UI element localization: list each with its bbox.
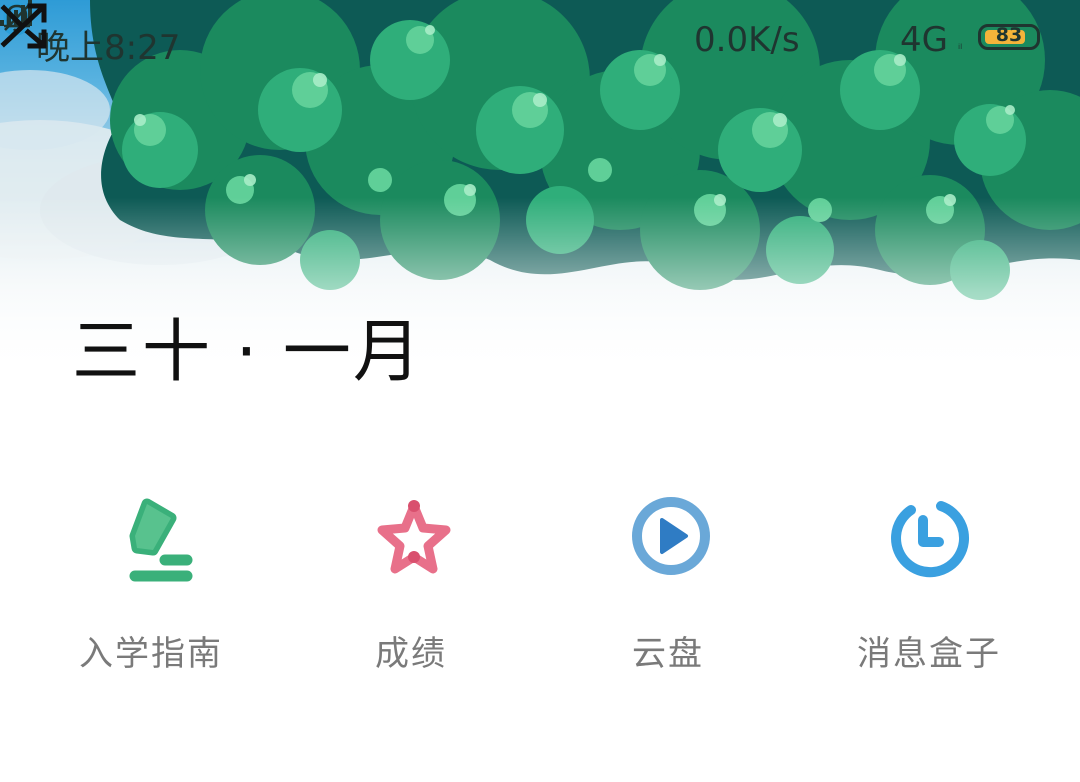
grid-item-label: 成绩 (375, 634, 447, 674)
guide-icon (113, 494, 203, 584)
grid-item-message-box[interactable]: 消息盒子 (810, 480, 1080, 680)
network-type: 4G (900, 20, 948, 60)
status-time: 晚上8:27 (36, 28, 181, 68)
play-circle-icon (626, 494, 716, 584)
network-activity: ᵢₗ (958, 38, 963, 52)
clock-icon (883, 494, 973, 584)
shuffle-icon[interactable] (0, 0, 50, 50)
grid-item-cloud-drive[interactable]: 云盘 (540, 480, 810, 680)
grid-item-label: 云盘 (632, 634, 704, 674)
grid-item-label: 消息盒子 (857, 634, 1001, 674)
battery-icon: 83 (978, 24, 1040, 50)
header-banner: 晚上8:27 0.0K/s 4G ᵢₗ 83 三十 · 一月 (0, 0, 1080, 470)
feature-grid: 入学指南 成绩 云盘 消息盒子 (0, 480, 1080, 680)
grid-item-guide[interactable]: 入学指南 (0, 480, 270, 680)
network-speed: 0.0K/s (694, 20, 800, 60)
banner-date-title: 三十 · 一月 (72, 313, 423, 392)
battery-level: 83 (995, 24, 1023, 46)
grid-item-label: 入学指南 (79, 634, 223, 674)
status-bar: 晚上8:27 0.0K/s 4G ᵢₗ 83 (0, 0, 1080, 80)
star-icon (369, 494, 459, 584)
grid-item-grades[interactable]: 成绩 (270, 480, 540, 680)
